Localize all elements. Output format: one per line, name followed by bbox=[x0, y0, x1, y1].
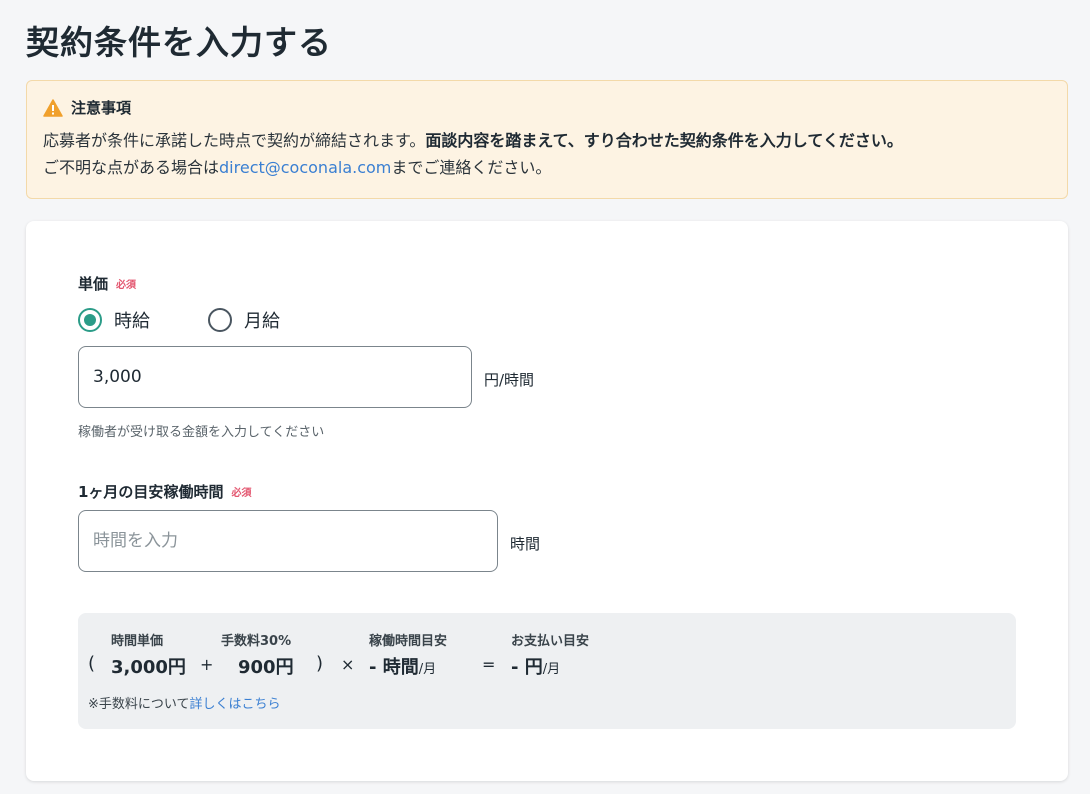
calc-close-paren: ) bbox=[316, 653, 324, 674]
required-badge: 必須 bbox=[231, 488, 252, 499]
notice-text: 応募者が条件に承諾した時点で契約が締結されます。 bbox=[43, 131, 426, 150]
notice-emphasis: 面談内容を踏まえて、すり合わせた契約条件を入力してください。 bbox=[425, 131, 903, 150]
notice-line-1: 応募者が条件に承諾した時点で契約が締結されます。面談内容を踏まえて、すり合わせた… bbox=[43, 127, 1051, 154]
notice-body: 応募者が条件に承諾した時点で契約が締結されます。面談内容を踏まえて、すり合わせた… bbox=[43, 127, 1051, 181]
unit-price-input[interactable] bbox=[78, 346, 472, 408]
warning-icon bbox=[43, 98, 63, 117]
monthly-hours-label: 1ヶ月の目安稼働時間 bbox=[78, 483, 224, 501]
notice-heading: 注意事項 bbox=[71, 99, 132, 117]
notice-box: 注意事項 応募者が条件に承諾した時点で契約が締結されます。面談内容を踏まえて、す… bbox=[26, 80, 1068, 199]
calc-hours-suffix: /月 bbox=[418, 662, 437, 677]
notice-contact-suffix: までご連絡ください。 bbox=[391, 158, 552, 177]
calc-header-hours: 稼働時間目安 bbox=[369, 634, 448, 649]
fee-calculation-box: 時間単価 手数料30% 稼働時間目安 お支払い目安 ( 3,000円 + 900… bbox=[78, 613, 1016, 729]
fee-note: ※手数料について詳しくはこちら bbox=[88, 693, 281, 712]
fee-note-text: ※手数料について bbox=[88, 697, 190, 712]
calc-times: × bbox=[341, 655, 355, 674]
calc-payment-suffix: /月 bbox=[542, 662, 561, 677]
calc-equals: = bbox=[482, 655, 496, 674]
notice-line-2: ご不明な点がある場合はdirect@coconala.comまでご連絡ください。 bbox=[43, 154, 1051, 181]
calc-header-fee: 手数料30% bbox=[221, 634, 292, 649]
unit-price-hint: 稼働者が受け取る金額を入力してください bbox=[78, 425, 325, 440]
calc-hourly-value: 3,000円 bbox=[111, 657, 186, 678]
fee-details-link[interactable]: 詳しくはこちら bbox=[190, 697, 281, 712]
pay-type-radio-group: 時給 月給 bbox=[78, 307, 338, 333]
contact-email-link[interactable]: direct@coconala.com bbox=[219, 158, 391, 177]
calc-header-hourly: 時間単価 bbox=[111, 634, 164, 649]
calc-fee-value: 900円 bbox=[238, 657, 294, 678]
calc-hours-value: - 時間 bbox=[369, 657, 419, 678]
unit-price-label-row: 単価 必須 bbox=[78, 273, 136, 294]
unit-price-label: 単価 bbox=[78, 275, 109, 293]
radio-monthly-label[interactable]: 月給 bbox=[244, 307, 280, 333]
page-title: 契約条件を入力する bbox=[26, 23, 332, 62]
monthly-hours-input[interactable] bbox=[78, 510, 498, 572]
monthly-hours-unit: 時間 bbox=[510, 535, 541, 553]
calc-plus: + bbox=[200, 655, 214, 674]
calc-header-payment: お支払い目安 bbox=[511, 634, 590, 649]
radio-monthly[interactable]: 月給 bbox=[208, 307, 280, 333]
radio-hourly[interactable]: 時給 bbox=[78, 307, 150, 333]
unit-price-unit: 円/時間 bbox=[484, 371, 535, 389]
radio-checked-icon[interactable] bbox=[78, 308, 102, 332]
calc-payment-value: - 円 bbox=[511, 657, 543, 678]
notice-heading-row: 注意事項 bbox=[43, 97, 1051, 118]
calc-payment-result: - 円/月 bbox=[511, 653, 560, 679]
calc-hours-result: - 時間/月 bbox=[369, 653, 436, 679]
notice-contact-prefix: ご不明な点がある場合は bbox=[43, 158, 220, 177]
calc-open-paren: ( bbox=[88, 653, 96, 674]
required-badge: 必須 bbox=[116, 280, 137, 291]
radio-hourly-label[interactable]: 時給 bbox=[114, 307, 150, 333]
radio-unchecked-icon[interactable] bbox=[208, 308, 232, 332]
contract-form-card: 単価 必須 時給 月給 円/時間 稼働者が受け取る金額を入力してください 1ヶ月… bbox=[26, 221, 1068, 781]
monthly-hours-label-row: 1ヶ月の目安稼働時間 必須 bbox=[78, 481, 251, 502]
